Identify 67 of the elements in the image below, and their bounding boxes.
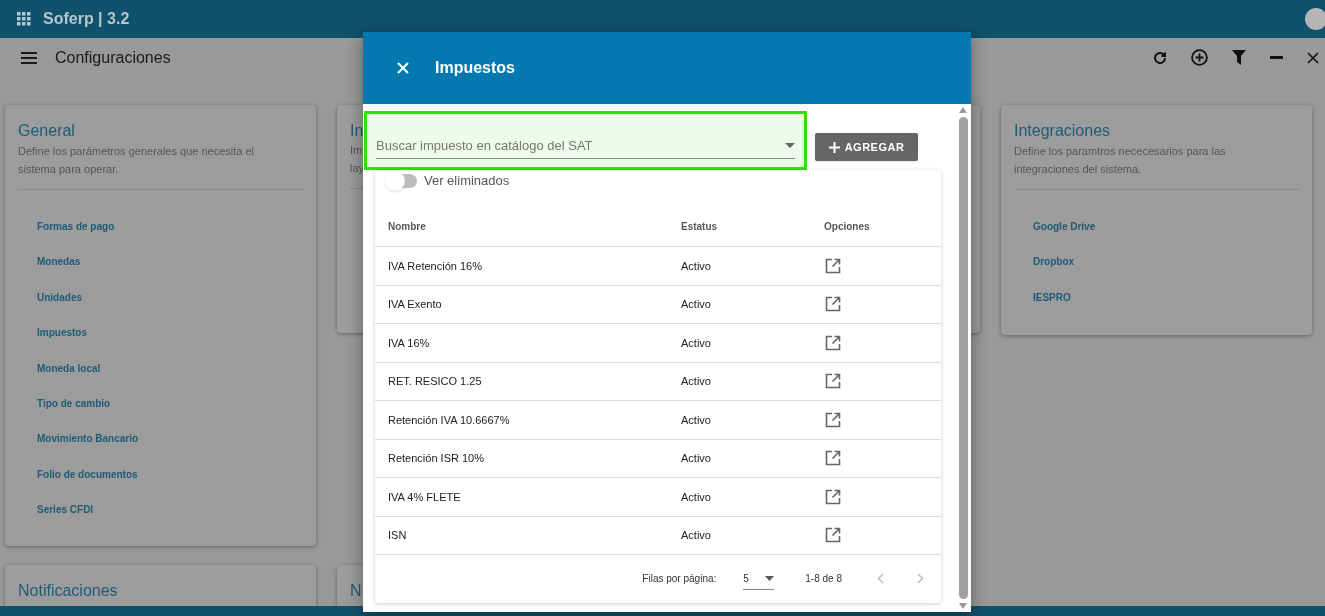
table-cell-text: Retención ISR 10%	[388, 451, 485, 466]
card-title: General	[18, 121, 76, 141]
dropdown-icon[interactable]	[785, 143, 795, 149]
table-row[interactable]: IVA 4% FLETE Activo	[375, 478, 941, 517]
column-header[interactable]: Opciones	[824, 218, 941, 234]
open-external-icon[interactable]	[825, 527, 841, 544]
table-row[interactable]: RET. RESICO 1.25 Activo	[375, 362, 941, 401]
card-title: Notificaciones	[18, 581, 119, 601]
table-cell-text: Activo	[681, 258, 712, 274]
rows-per-page-select[interactable]: 5	[743, 567, 775, 590]
table-row[interactable]: IVA Retención 16% Activo	[375, 247, 941, 286]
open-external-icon[interactable]	[825, 450, 841, 467]
plus-icon	[828, 141, 840, 153]
table-row[interactable]: ISN Activo	[375, 516, 941, 555]
table-cell-text: Activo	[681, 412, 712, 428]
search-field[interactable]: Buscar impuesto en catálogo del SAT	[364, 111, 807, 170]
avatar-icon[interactable]	[1305, 8, 1325, 30]
page-title: Configuraciones	[55, 47, 171, 68]
table-cell-text: Activo	[681, 374, 712, 389]
menu-icon[interactable]	[21, 51, 37, 64]
search-input[interactable]: Buscar impuesto en catálogo del SAT	[376, 136, 785, 156]
card-title: N	[350, 581, 363, 601]
filter-icon[interactable]	[1232, 50, 1246, 65]
card-description: Im	[350, 143, 363, 158]
table-cell-text: Retención IVA 10.6667%	[388, 412, 511, 428]
add-circle-icon[interactable]	[1191, 49, 1208, 66]
scroll-up-icon[interactable]	[959, 107, 967, 113]
card-description: lay	[350, 161, 365, 176]
table-cell-text: IVA 16%	[388, 335, 431, 351]
table-cell-text: IVA 4% FLETE	[388, 489, 462, 505]
card-title: In	[350, 121, 365, 141]
table-row[interactable]: IVA 16% Activo	[375, 324, 941, 363]
column-header[interactable]: Estatus	[681, 218, 824, 234]
open-external-icon[interactable]	[825, 488, 841, 505]
app-title: Soferp | 3.2	[43, 9, 130, 29]
add-button[interactable]: AGREGAR	[815, 133, 918, 161]
table-cell-text: RET. RESICO 1.25	[388, 374, 483, 389]
table-cell-text: Activo	[681, 489, 712, 505]
open-external-icon[interactable]	[825, 257, 841, 274]
dialog-title: Impuestos	[435, 58, 515, 78]
table-row[interactable]: IVA Exento Activo	[375, 285, 941, 324]
toggle-switch[interactable]	[387, 174, 417, 188]
table-cell-text: Activo	[681, 335, 712, 351]
open-external-icon[interactable]	[825, 373, 841, 390]
rows-per-page-label: Filas por página:	[642, 572, 717, 586]
toggle-label: Ver eliminados	[424, 172, 510, 191]
table-cell-text: IVA Retención 16%	[388, 258, 483, 274]
table-cell-text: Activo	[681, 297, 712, 312]
table-row[interactable]: Retención IVA 10.6667% Activo	[375, 401, 941, 440]
table-cell-text: IVA Exento	[388, 297, 443, 312]
table-cell-text: Activo	[681, 451, 712, 466]
open-external-icon[interactable]	[825, 334, 841, 351]
open-external-icon[interactable]	[825, 411, 841, 428]
table-row[interactable]: Retención ISR 10% Activo	[375, 439, 941, 478]
card-description: Define los paramtros nececesarios para las integraciones del sistema.	[1014, 144, 1227, 177]
apps-icon[interactable]	[17, 12, 31, 26]
open-external-icon[interactable]	[825, 296, 841, 313]
card-title: Integraciones	[1014, 121, 1112, 141]
refresh-icon[interactable]	[1153, 50, 1167, 65]
table-cell-text: Activo	[681, 528, 712, 543]
close-icon[interactable]	[1307, 51, 1319, 64]
page-range: 1-8 de 8	[805, 572, 842, 586]
column-header[interactable]: Nombre	[388, 218, 681, 234]
dropdown-icon	[765, 575, 775, 581]
scroll-down-icon[interactable]	[959, 603, 967, 609]
card-description: Define los parámetros generales que necesita el sistema para operar.	[18, 144, 256, 177]
table-cell-text: ISN	[388, 528, 408, 543]
